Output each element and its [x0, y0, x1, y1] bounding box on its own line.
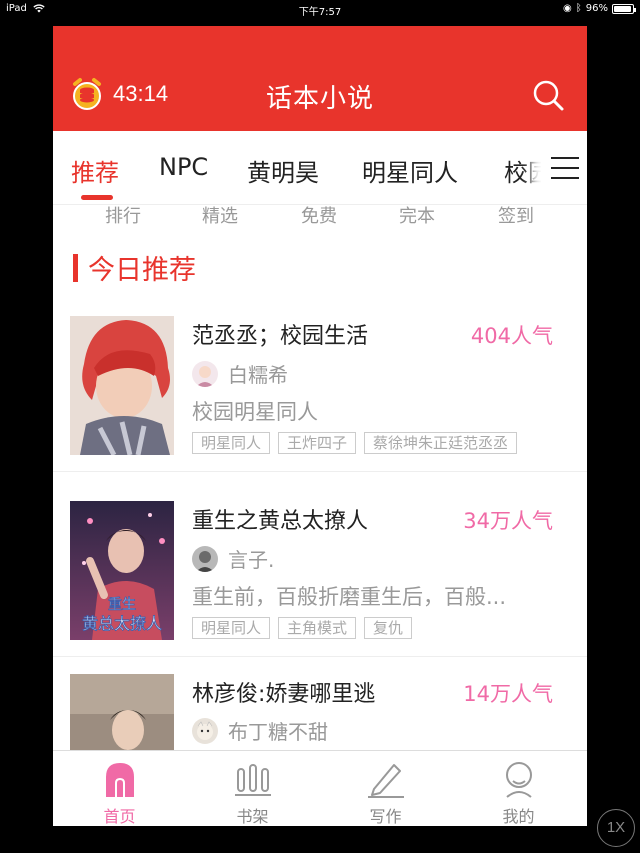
book-tags: 明星同人 主角模式 复仇	[192, 617, 413, 639]
profile-icon	[505, 762, 532, 798]
subnav-ranking[interactable]: 排行	[73, 204, 173, 228]
nav-write-label: 写作	[369, 807, 402, 826]
tab-recommend[interactable]: 推荐	[71, 153, 119, 188]
subnav-checkin[interactable]: 签到	[466, 204, 566, 228]
cover-image: 重生 黄总太撩人	[70, 501, 174, 640]
book-author[interactable]: 白糯希	[192, 359, 288, 388]
book-tags: 明星同人 王炸四子 蔡徐坤朱正廷范丞丞	[192, 432, 518, 454]
app-title: 话本小说	[265, 84, 374, 114]
bookshelf-icon	[234, 764, 271, 796]
cover-image	[70, 316, 174, 455]
battery-level	[614, 5, 632, 12]
cover-title-art: 黄总太撩人	[82, 614, 162, 633]
author-avatar	[192, 360, 218, 387]
book-cover[interactable]: 重生 黄总太撩人	[70, 501, 174, 640]
bottom-nav: 首页 书架 写作 我的	[53, 750, 587, 826]
book-author[interactable]: 言子.	[192, 544, 274, 573]
sub-nav: 排行 精选 免费 完本 签到	[53, 204, 587, 228]
book-author[interactable]: 布丁糖不甜	[192, 716, 328, 745]
battery-percent: 96%	[585, 3, 608, 14]
tab-npc[interactable]: NPC	[159, 153, 208, 181]
status-time: 下午7:57	[298, 7, 342, 18]
subnav-complete[interactable]: 完本	[367, 204, 467, 228]
nav-write[interactable]: 写作	[319, 759, 452, 826]
status-right: ◉ ᛒ 96%	[563, 3, 636, 14]
category-tabs: 推荐 NPC 黄明昊 明星同人 校园	[53, 131, 587, 205]
battery-icon	[612, 3, 636, 14]
section-accent-bar	[73, 253, 78, 282]
author-name: 布丁糖不甜	[228, 720, 328, 744]
app-window: 43:14 话本小说 推荐 NPC 黄明昊 明星同人 校园 排行 精选 免费 完…	[53, 26, 587, 826]
nav-home[interactable]: 首页	[53, 759, 186, 826]
book-item[interactable]: 重生 黄总太撩人 重生之黄总太撩人 34万人气 言子. 重生前，百般折磨重生后，…	[53, 481, 587, 657]
book-title[interactable]: 重生之黄总太撩人	[192, 503, 368, 535]
book-tag[interactable]: 王炸四子	[278, 432, 357, 454]
nav-profile-label: 我的	[502, 807, 535, 826]
tab-huang-minghao[interactable]: 黄明昊	[247, 153, 319, 188]
top-bar: 43:14 话本小说	[53, 26, 587, 131]
status-bar: iPad 下午7:57 ◉ ᛒ 96%	[0, 0, 640, 18]
book-tag[interactable]: 明星同人	[192, 617, 271, 639]
nav-bookshelf[interactable]: 书架	[186, 759, 319, 826]
author-name: 言子.	[228, 548, 275, 572]
section-title: 今日推荐	[88, 255, 196, 286]
orientation-lock-icon: ◉	[563, 3, 572, 14]
book-tag[interactable]: 复仇	[364, 617, 413, 639]
book-title[interactable]: 范丞丞；校园生活	[192, 318, 368, 350]
book-title[interactable]: 林彦俊:娇妻哪里逃	[192, 676, 375, 708]
subnav-free[interactable]: 免费	[269, 204, 369, 228]
home-icon	[105, 763, 134, 797]
nav-profile[interactable]: 我的	[452, 759, 585, 826]
book-description: 校园明星同人	[192, 400, 318, 424]
menu-icon-line	[551, 157, 579, 159]
menu-button[interactable]	[541, 143, 587, 193]
menu-icon-line	[551, 177, 579, 179]
zoom-button[interactable]: 1X	[597, 809, 635, 847]
book-tag[interactable]: 主角模式	[278, 617, 357, 639]
subnav-featured[interactable]: 精选	[170, 204, 270, 228]
section-heading: 今日推荐	[73, 248, 196, 287]
author-avatar	[192, 717, 218, 744]
book-tag[interactable]: 明星同人	[192, 432, 271, 454]
active-tab-indicator	[81, 195, 113, 200]
book-item[interactable]: 范丞丞；校园生活 404人气 白糯希 校园明星同人 明星同人 王炸四子 蔡徐坤朱…	[53, 296, 587, 472]
cover-title-art: 重生	[108, 597, 136, 613]
pen-icon	[367, 764, 404, 798]
author-name: 白糯希	[228, 363, 288, 387]
book-tag[interactable]: 蔡徐坤朱正廷范丞丞	[364, 432, 518, 454]
author-avatar	[192, 545, 218, 572]
book-popularity: 34万人气	[463, 509, 553, 533]
search-icon[interactable]	[531, 78, 565, 112]
bluetooth-icon: ᛒ	[575, 3, 582, 14]
nav-bookshelf-label: 书架	[236, 807, 269, 826]
tab-celebrity-fanfic[interactable]: 明星同人	[362, 153, 458, 188]
nav-home-label: 首页	[103, 807, 136, 826]
book-cover[interactable]	[70, 316, 174, 455]
book-popularity: 14万人气	[463, 682, 553, 706]
book-popularity: 404人气	[470, 324, 553, 348]
menu-icon-line	[551, 167, 579, 169]
book-description: 重生前，百般折磨重生后，百般...	[192, 585, 507, 609]
